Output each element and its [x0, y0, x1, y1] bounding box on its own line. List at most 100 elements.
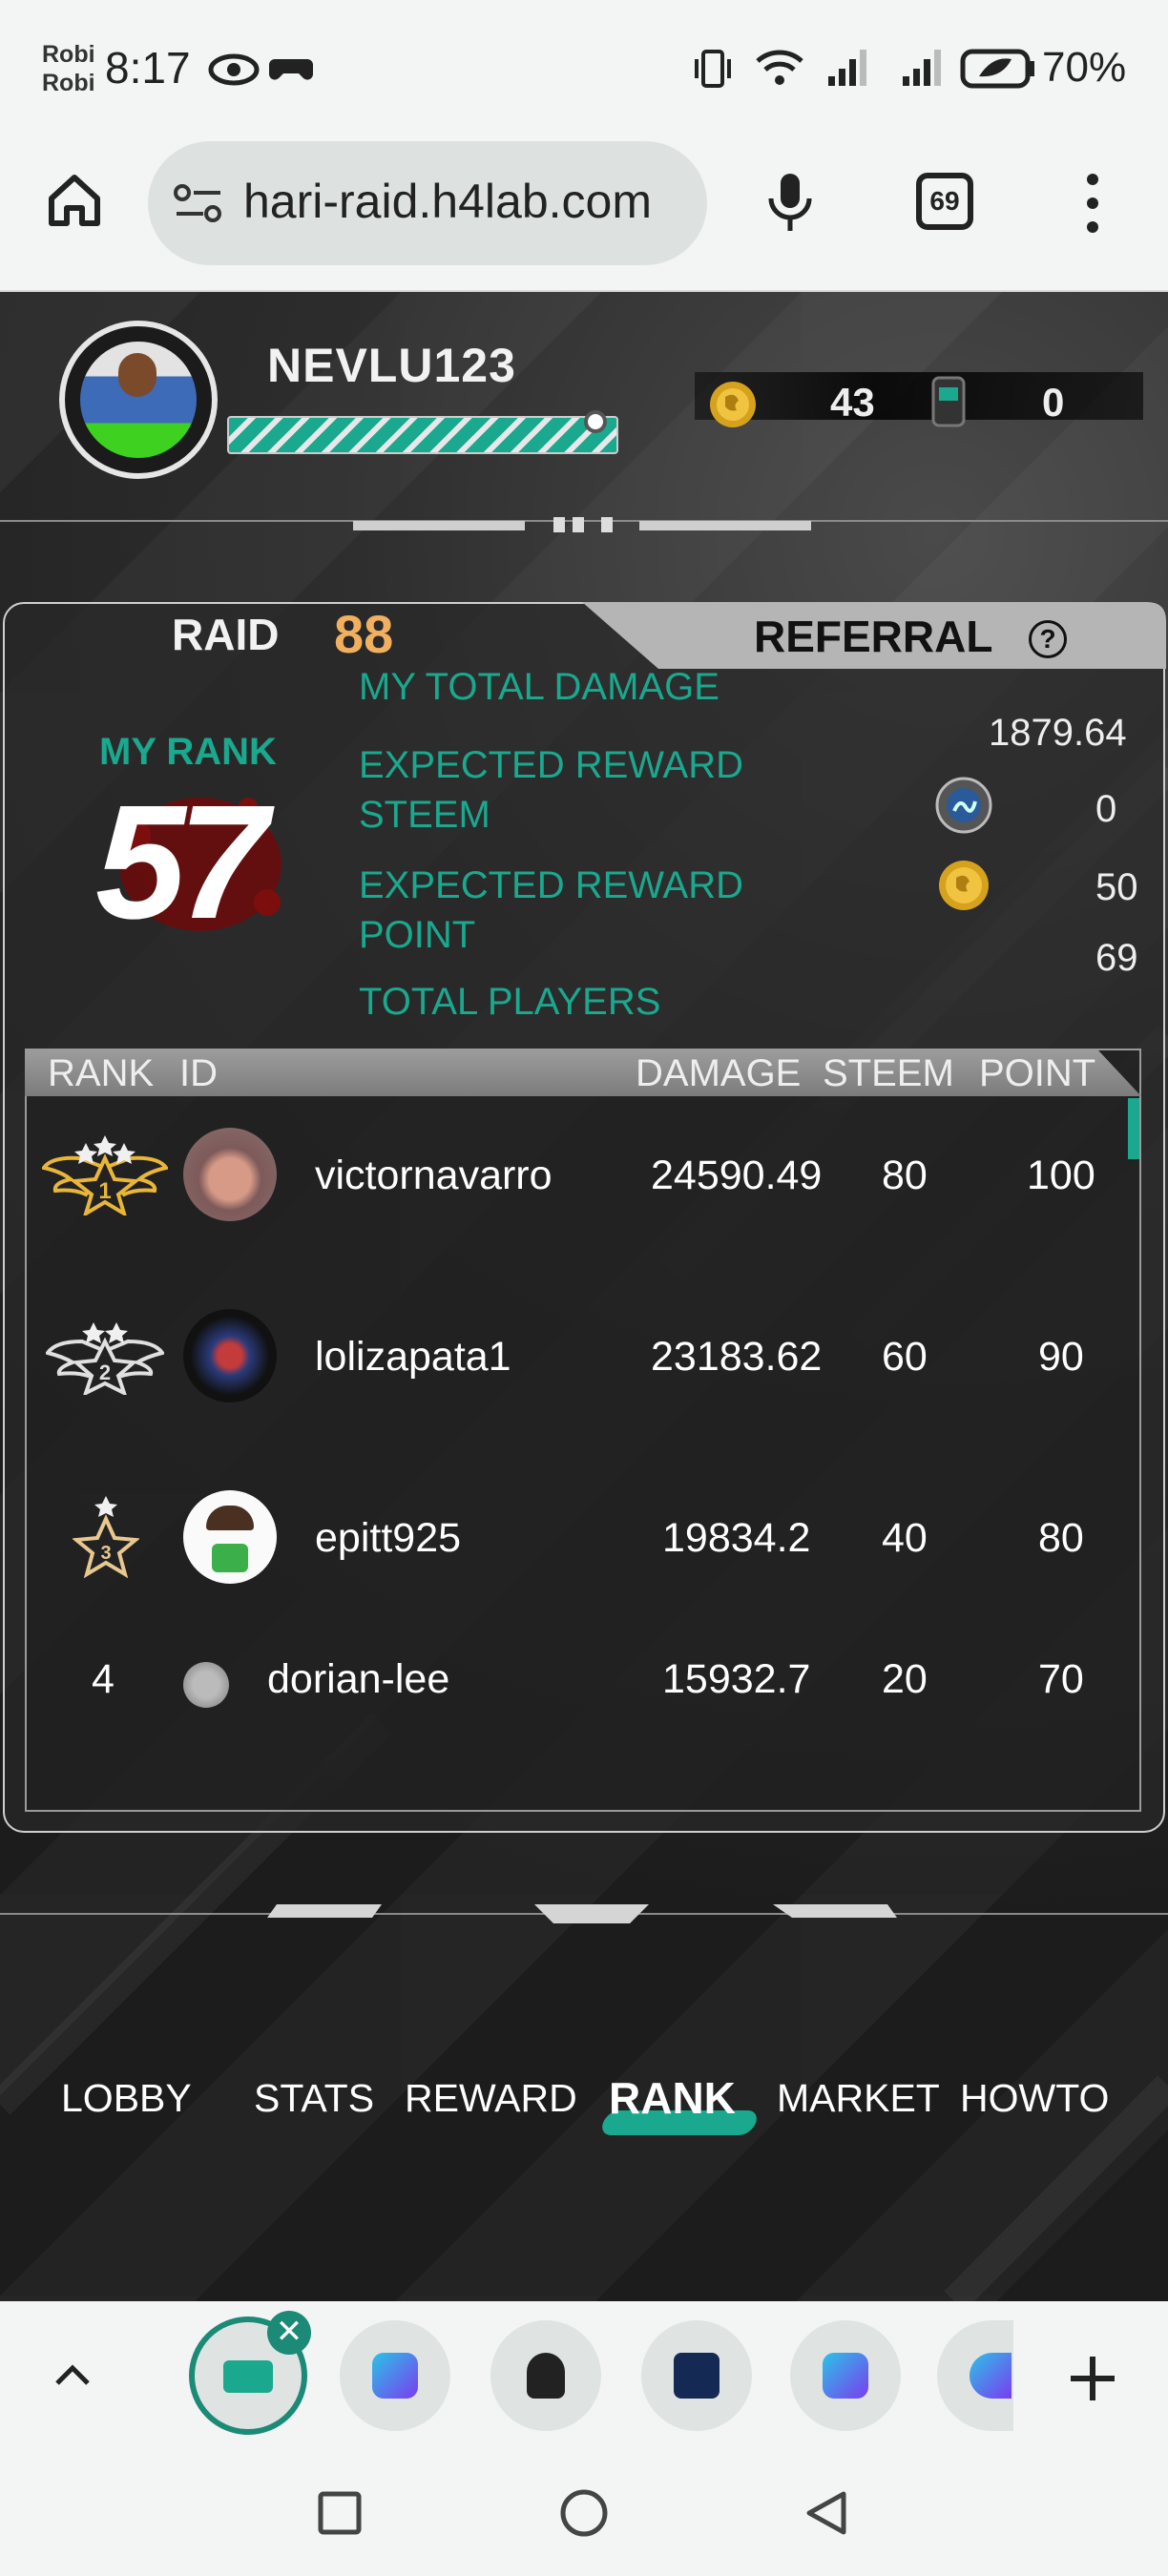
site-icon [674, 2353, 720, 2399]
vibrate-icon [695, 50, 731, 88]
avatar-hair [206, 1506, 254, 1530]
close-tab-icon[interactable]: ✕ [267, 2311, 311, 2355]
player-damage: 19834.2 [662, 1515, 811, 1561]
rank-1-wings-badge: 1 [42, 1135, 168, 1215]
player-damage: 15932.7 [662, 1656, 811, 1702]
back-icon[interactable] [802, 2488, 851, 2538]
my-rank-value: 57 [95, 772, 268, 953]
browser-toolbar: hari-raid.h4lab.com 69 [0, 141, 1168, 292]
steem-icon [935, 777, 992, 834]
my-rank-label: MY RANK [99, 731, 277, 773]
address-bar[interactable]: hari-raid.h4lab.com [148, 141, 707, 265]
player-damage: 23183.62 [651, 1334, 823, 1380]
player-avatar [183, 1662, 229, 1708]
coin-count: 43 [830, 380, 875, 425]
experience-bar [227, 416, 618, 454]
svg-text:1: 1 [98, 1178, 111, 1204]
gold-coin-icon [710, 382, 756, 427]
signal-icon-1 [828, 50, 866, 86]
home-icon[interactable] [44, 170, 105, 231]
player-avatar [183, 1128, 277, 1221]
reward-point-value: 50 [1095, 866, 1138, 908]
reward-steem-label: EXPECTED REWARD STEEM [359, 740, 743, 840]
tab-switcher-button[interactable]: 69 [916, 173, 973, 230]
table-row[interactable]: 1 victornavarro 24590.49 80 100 [27, 1118, 1134, 1233]
plus-icon[interactable] [1067, 2353, 1118, 2404]
avatar-shirt [212, 1544, 248, 1572]
total-damage-label: MY TOTAL DAMAGE [359, 666, 720, 708]
currency-brush-strip [695, 372, 1143, 420]
reward-point-label-line2: POINT [359, 914, 476, 956]
header-point: POINT [979, 1052, 1096, 1094]
carrier-1: Robi [42, 41, 95, 68]
referral-tab[interactable]: REFERRAL [754, 611, 992, 662]
avatar [80, 342, 197, 458]
battery-percent: 70% [1042, 44, 1127, 91]
referral-help-icon[interactable]: ? [1029, 620, 1067, 658]
carrier-2: Robi [42, 70, 95, 96]
wifi-icon [756, 50, 803, 85]
status-bar: Robi Robi 8:17 70% [0, 0, 1168, 141]
site-settings-icon[interactable] [173, 181, 224, 225]
canva-icon [823, 2353, 868, 2399]
gamepad-icon [269, 59, 313, 80]
eye-icon [208, 53, 260, 86]
tab-stats[interactable]: STATS [254, 2076, 374, 2121]
header-id: ID [179, 1052, 218, 1094]
ticket-count: 0 [1042, 380, 1065, 425]
reward-steem-label-line1: EXPECTED REWARD [359, 744, 744, 786]
tab-rank[interactable]: RANK [609, 2072, 736, 2124]
game-nav-tabs: LOBBY STATS REWARD RANK MARKET HOWTO [0, 2073, 1168, 2152]
player-id: epitt925 [315, 1515, 462, 1561]
canva-icon [372, 2353, 418, 2399]
tab-thumb-6[interactable] [937, 2320, 1013, 2431]
header-damage: DAMAGE [636, 1052, 802, 1094]
recents-icon[interactable] [315, 2488, 365, 2538]
header-steem: STEEM [823, 1052, 954, 1094]
header-rank: RANK [48, 1052, 155, 1094]
reward-steem-label-line2: STEEM [359, 794, 490, 836]
reward-point-label-line1: EXPECTED REWARD [359, 864, 744, 906]
tab-thumb-2[interactable] [340, 2320, 450, 2431]
ranking-table-header: RANK ID DAMAGE STEEM POINT [25, 1049, 1141, 1096]
player-damage: 24590.49 [651, 1153, 823, 1198]
tab-thumb-5[interactable] [790, 2320, 901, 2431]
clock: 8:17 [105, 43, 191, 93]
raid-number: 88 [334, 604, 394, 664]
canva-icon [970, 2353, 1012, 2399]
table-row[interactable]: 3 epitt925 19834.2 40 80 [27, 1481, 1134, 1595]
player-point: 80 [1038, 1515, 1084, 1561]
menu-kebab-icon[interactable] [1078, 170, 1107, 237]
reward-point-label: EXPECTED REWARD POINT [359, 861, 743, 960]
tab-reward[interactable]: REWARD [405, 2076, 577, 2121]
battery-icon [960, 49, 1034, 89]
player-avatar [183, 1490, 277, 1584]
player-id: dorian-lee [267, 1656, 450, 1702]
svg-text:2: 2 [99, 1361, 111, 1384]
tab-thumb-3[interactable] [490, 2320, 601, 2431]
player-id: victornavarro [315, 1153, 553, 1198]
table-row[interactable]: 2 lolizapata1 23183.62 60 90 [27, 1299, 1134, 1414]
tab-thumb-4[interactable] [641, 2320, 752, 2431]
player-point: 90 [1038, 1334, 1084, 1380]
tab-market[interactable]: MARKET [777, 2076, 940, 2121]
game-screen: NEVLU123 43 0 RAID 88 REFERRAL ? MY RANK… [0, 292, 1168, 2301]
table-row[interactable]: 4 dorian-lee 15932.7 20 70 [27, 1639, 1134, 1725]
rank-3-star-badge: 3 [73, 1496, 139, 1578]
reward-steem-value: 0 [1095, 788, 1117, 830]
tab-lobby[interactable]: LOBBY [61, 2076, 192, 2121]
player-steem: 60 [882, 1334, 928, 1380]
player-id: lolizapata1 [315, 1334, 511, 1380]
avatar-frame[interactable] [59, 321, 218, 479]
tab-howto[interactable]: HOWTO [960, 2076, 1109, 2121]
microphone-icon[interactable] [763, 170, 817, 237]
experience-bar-knob [584, 410, 607, 433]
url-text: hari-raid.h4lab.com [243, 175, 652, 228]
player-point: 100 [1027, 1153, 1095, 1198]
home-nav-icon[interactable] [557, 2486, 611, 2540]
chevron-up-icon[interactable] [53, 2360, 92, 2389]
player-point: 70 [1038, 1656, 1084, 1702]
raid-label: RAID [172, 610, 280, 659]
point-coin-icon [939, 861, 989, 910]
avatar-face [118, 353, 156, 397]
